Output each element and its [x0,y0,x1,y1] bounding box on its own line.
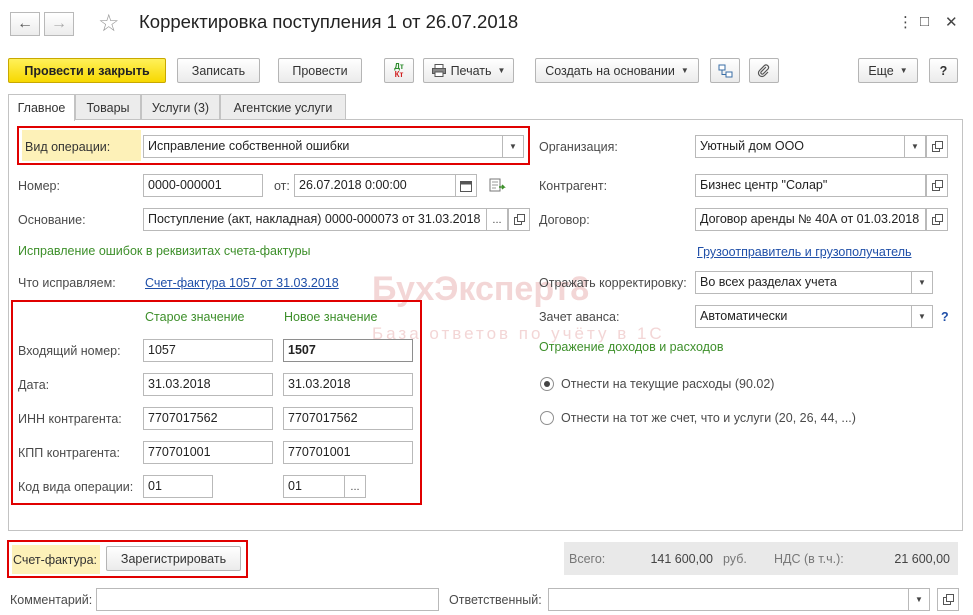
tab-main[interactable]: Главное [8,94,75,121]
chevron-down-icon: ▼ [680,66,689,75]
tab-services[interactable]: Услуги (3) [141,94,220,120]
arrow-left-icon: ← [17,15,33,32]
arrow-right-icon: → [51,15,67,32]
contractor-label: Контрагент: [539,179,608,193]
page-title: Корректировка поступления 1 от 26.07.201… [139,11,519,32]
open-contractor-button[interactable] [926,174,948,197]
open-contract-button[interactable] [926,208,948,231]
comment-input[interactable] [96,588,439,611]
organization-value: Уютный дом ООО [700,139,805,153]
open-responsible-button[interactable] [937,588,959,611]
forward-button[interactable]: → [44,12,74,36]
vat-label: НДС (в т.ч.): [774,552,844,566]
what-fix-link[interactable]: Счет-фактура 1057 от 31.03.2018 [145,276,339,290]
income-expense-heading: Отражение доходов и расходов [539,340,724,354]
back-button[interactable]: ← [10,12,40,36]
chevron-down-icon[interactable]: ▼ [911,272,932,293]
basis-value: Поступление (акт, накладная) 0000-000073… [148,212,481,226]
open-link-icon [931,180,943,191]
open-organization-button[interactable] [926,135,948,158]
save-button[interactable]: Записать [177,58,260,83]
date-field[interactable]: 26.07.2018 0:00:00 [294,174,477,197]
reflect-correction-label: Отражать корректировку: [539,276,687,290]
basis-field[interactable]: Поступление (акт, накладная) 0000-000073… [143,208,508,231]
dt-kt-button[interactable]: Дт Кт [384,58,414,83]
contract-label: Договор: [539,213,590,227]
chevron-down-icon: ▼ [899,66,908,75]
ellipsis-icon[interactable]: ... [486,209,507,230]
reflect-correction-select[interactable]: Во всех разделах учета ▼ [695,271,933,294]
invoice-errors-heading: Исправление ошибок в реквизитах счета-фа… [18,244,311,258]
more-button[interactable]: Еще ▼ [858,58,918,83]
number-label: Номер: [18,179,60,193]
open-basis-button[interactable] [508,208,530,231]
open-link-icon [931,214,943,225]
printer-icon [431,64,446,77]
organization-select[interactable]: Уютный дом ООО ▼ [695,135,926,158]
open-link-icon [931,141,943,152]
open-link-icon [942,594,954,605]
document-structure-icon [718,64,732,77]
responsible-select[interactable]: ▼ [548,588,930,611]
contract-field[interactable]: Договор аренды № 40А от 01.03.2018 [695,208,926,231]
favorite-star-icon[interactable]: ☆ [98,9,120,38]
help-button[interactable]: ? [929,58,958,83]
date-value: 26.07.2018 0:00:00 [299,178,407,192]
date-from-label: от: [274,179,290,193]
tab-agent-services[interactable]: Агентские услуги [220,94,346,120]
more-vertical-icon[interactable]: ⋮ [898,13,913,31]
highlight-invoice [7,540,248,578]
radio-current-expenses[interactable] [540,377,554,391]
number-field[interactable]: 0000-000001 [143,174,263,197]
open-link-icon [513,214,525,225]
chevron-down-icon[interactable]: ▼ [904,136,925,157]
radio-same-account-label: Отнести на тот же счет, что и услуги (20… [561,411,856,425]
highlight-operation-type [17,126,530,165]
organization-label: Организация: [539,140,618,154]
document-movement-icon[interactable] [489,178,507,197]
chevron-down-icon[interactable]: ▼ [911,306,932,327]
total-value: 141 600,00 [650,552,713,566]
calendar-icon[interactable] [455,175,476,196]
reflect-correction-value: Во всех разделах учета [700,275,837,289]
maximize-icon[interactable]: □ [920,13,929,30]
advance-offset-value: Автоматически [700,309,788,323]
help-icon[interactable]: ? [941,310,949,324]
radio-current-expenses-label: Отнести на текущие расходы (90.02) [561,377,775,391]
currency-label: руб. [723,552,747,566]
total-label: Всего: [569,552,606,566]
dt-kt-icon: Дт Кт [394,61,404,79]
what-fix-label: Что исправляем: [18,276,116,290]
comment-label: Комментарий: [10,593,93,607]
radio-same-account[interactable] [540,411,554,425]
advance-offset-label: Зачет аванса: [539,310,620,324]
post-button[interactable]: Провести [278,58,362,83]
chevron-down-icon: ▼ [497,66,506,75]
print-button[interactable]: Печать ▼ [423,58,514,83]
tab-goods[interactable]: Товары [75,94,141,120]
contractor-field[interactable]: Бизнес центр "Солар" [695,174,926,197]
chevron-down-icon[interactable]: ▼ [908,589,929,610]
structure-button[interactable] [710,58,740,83]
vat-value: 21 600,00 [894,552,950,566]
advance-offset-select[interactable]: Автоматически ▼ [695,305,933,328]
shipper-consignee-link[interactable]: Грузоотправитель и грузополучатель [697,245,912,259]
responsible-label: Ответственный: [449,593,542,607]
create-based-on-button[interactable]: Создать на основании ▼ [535,58,699,83]
close-icon[interactable]: ✕ [945,13,958,31]
highlight-corrections [11,300,422,505]
paperclip-icon [757,63,770,77]
post-and-close-button[interactable]: Провести и закрыть [8,58,166,83]
basis-label: Основание: [18,213,86,227]
attach-file-button[interactable] [749,58,779,83]
